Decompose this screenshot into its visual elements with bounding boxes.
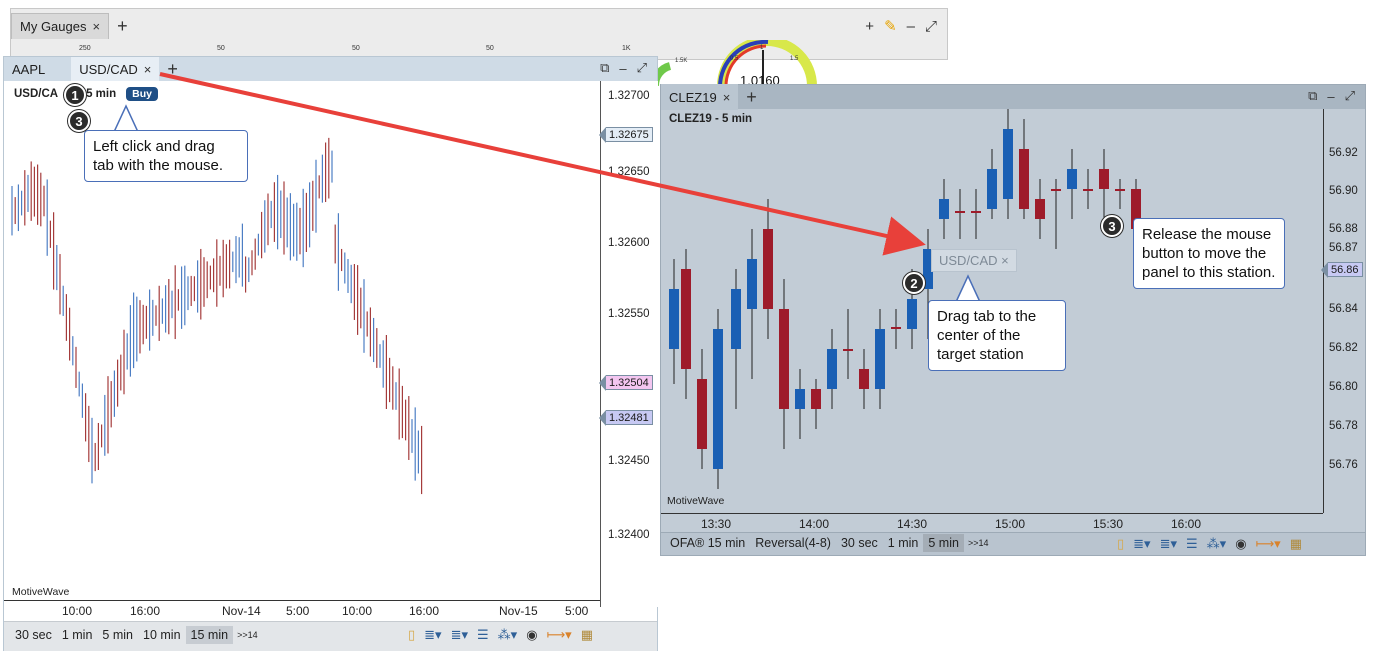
callout-right: Release the mouse button to move the pan… bbox=[1133, 218, 1285, 289]
step-badge: 2 bbox=[903, 272, 925, 294]
drag-arrow-line bbox=[159, 72, 926, 256]
drag-arrow bbox=[159, 72, 926, 256]
step-badge: 1 bbox=[64, 84, 86, 106]
callout-left: Left click and drag tab with the mouse. bbox=[84, 130, 248, 182]
step-badge: 3 bbox=[1101, 215, 1123, 237]
step-badge: 3 bbox=[68, 110, 90, 132]
callout-middle: Drag tab to the center of the target sta… bbox=[928, 300, 1066, 371]
